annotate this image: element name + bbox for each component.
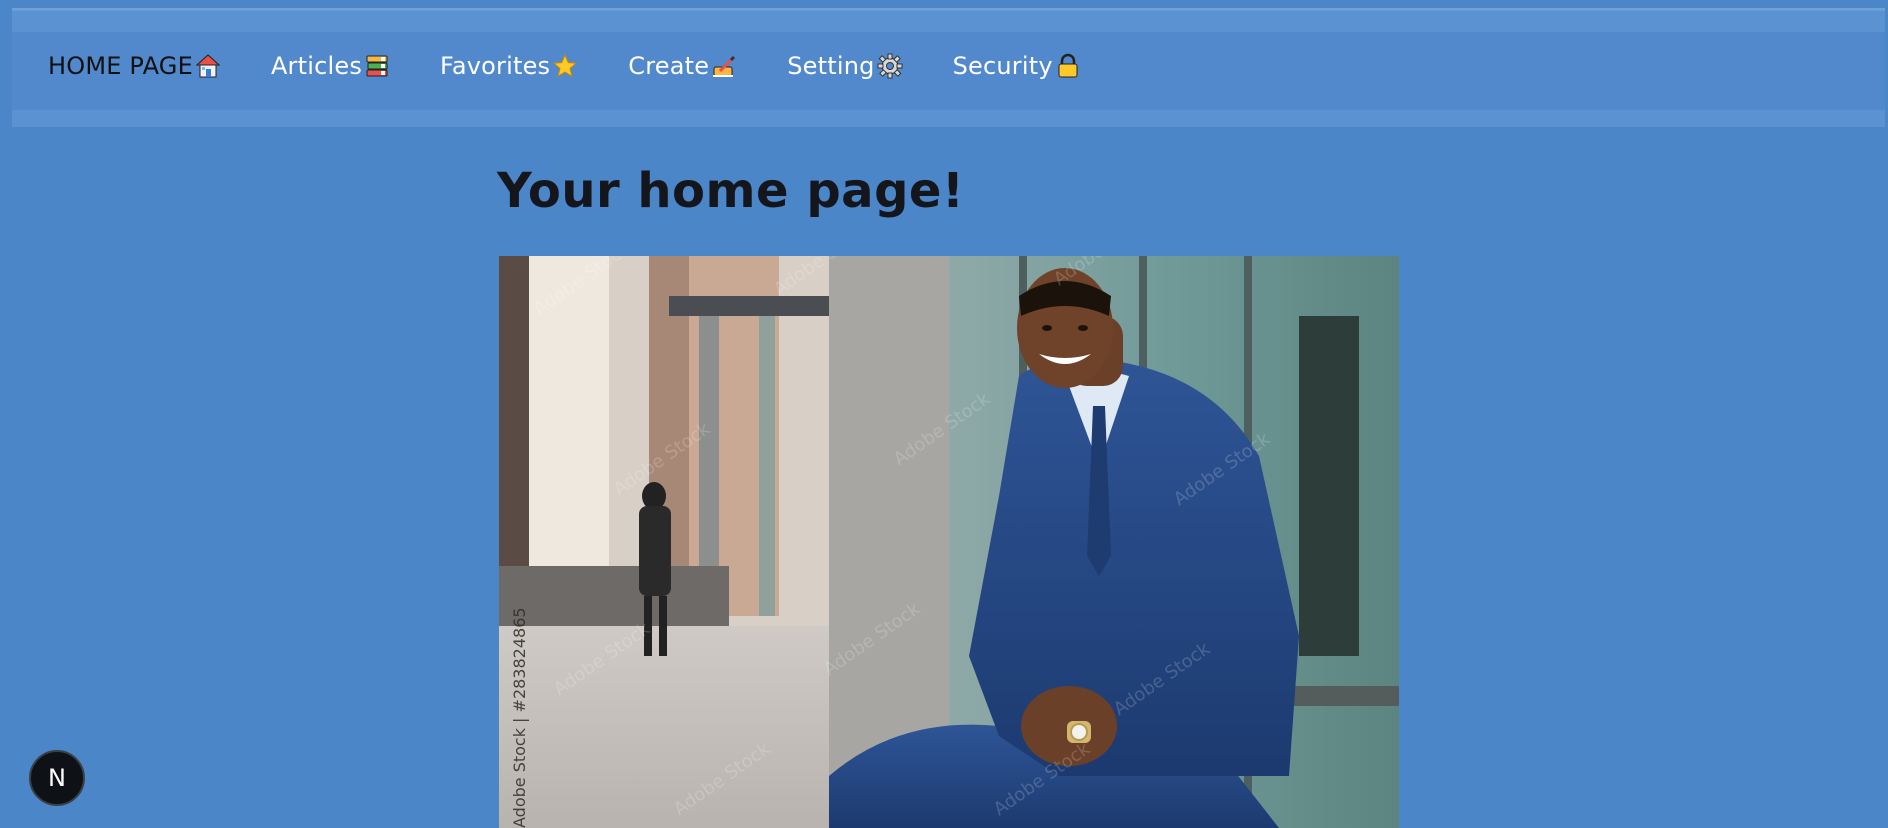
- lock-icon: [1055, 53, 1081, 79]
- nav-item-label: Setting: [787, 52, 875, 80]
- gear-icon: [877, 53, 903, 79]
- books-icon: [364, 53, 390, 79]
- nav-item-articles[interactable]: Articles: [271, 52, 390, 80]
- top-navbar: HOME PAGE Articles Favorites Create Sett…: [12, 8, 1885, 127]
- writing-hand-icon: [711, 53, 737, 79]
- nav-item-setting[interactable]: Setting: [787, 52, 903, 80]
- dev-indicator-button[interactable]: N: [29, 750, 85, 806]
- dev-indicator-label: N: [48, 764, 66, 792]
- nav-item-label: Security: [952, 52, 1053, 80]
- stock-watermark-id: Adobe Stock | #283824865: [510, 607, 529, 828]
- nav-item-label: Create: [628, 52, 710, 80]
- nav-item-label: Favorites: [440, 52, 551, 80]
- nav-item-label: HOME PAGE: [48, 52, 193, 80]
- businessman-photo: Adobe Stock Adobe Stock Adobe Stock Adob…: [499, 256, 1399, 828]
- hero-image: Adobe Stock Adobe Stock Adobe Stock Adob…: [499, 256, 1399, 828]
- page-title: Your home page!: [497, 163, 965, 219]
- nav-item-favorites[interactable]: Favorites: [440, 52, 578, 80]
- nav-item-security[interactable]: Security: [953, 52, 1081, 80]
- nav-item-label: Articles: [270, 52, 363, 80]
- nav-list: HOME PAGE Articles Favorites Create Sett…: [48, 52, 1131, 80]
- house-icon: [195, 53, 221, 79]
- nav-item-create[interactable]: Create: [628, 52, 737, 80]
- star-icon: [552, 53, 578, 79]
- nav-item-home[interactable]: HOME PAGE: [48, 52, 221, 80]
